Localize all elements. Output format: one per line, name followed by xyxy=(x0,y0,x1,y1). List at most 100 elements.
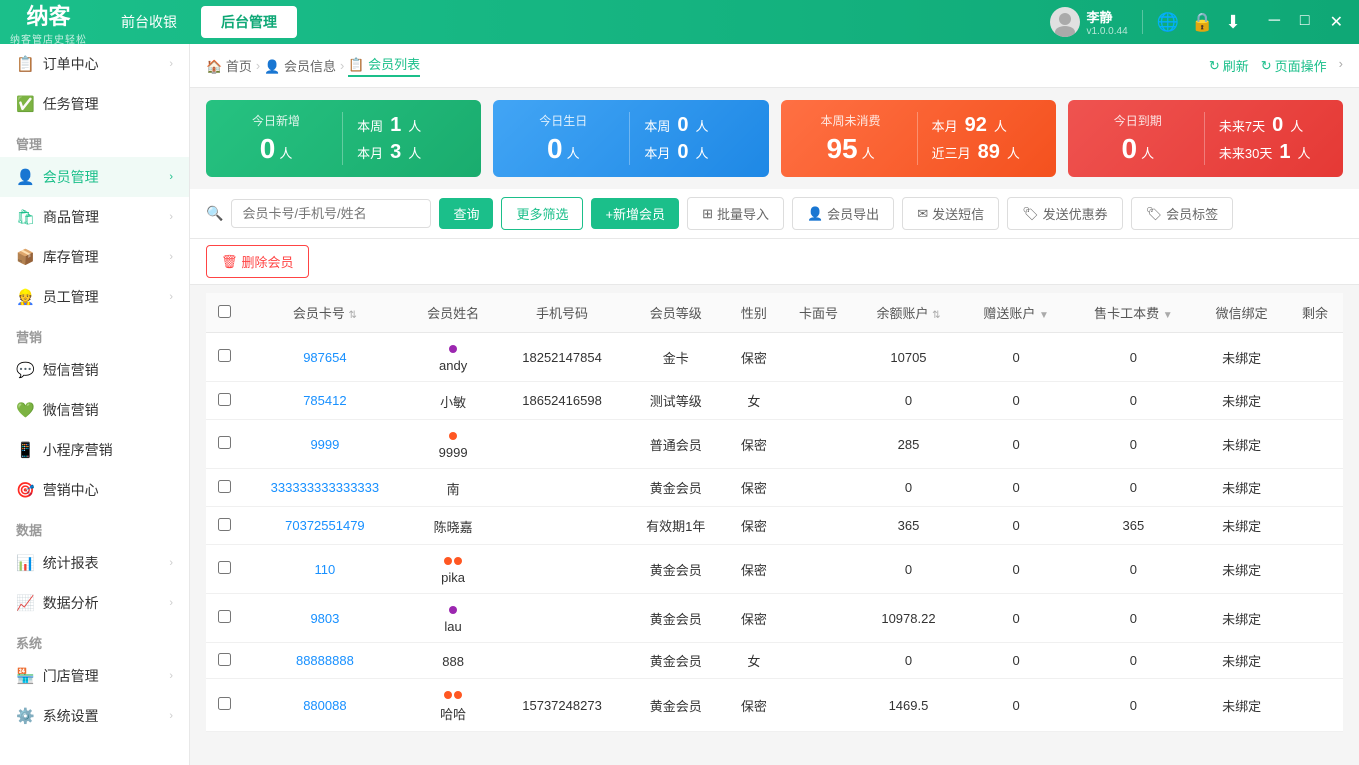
cell-remaining xyxy=(1287,507,1343,545)
gift-filter-icon[interactable]: ▼ xyxy=(1039,310,1049,321)
tab-backend[interactable]: 后台管理 xyxy=(201,6,297,38)
sms-button[interactable]: ✉ 发送短信 xyxy=(902,197,999,230)
cell-name: 888 xyxy=(408,643,499,679)
row-checkbox[interactable] xyxy=(218,393,231,406)
filter-button[interactable]: 更多筛选 xyxy=(501,197,583,230)
balance-sort-icon[interactable]: ⇅ xyxy=(932,310,940,321)
member-link[interactable]: 9803 xyxy=(310,611,339,626)
sidebar-item-settings[interactable]: ⚙️ 系统设置 › xyxy=(0,696,189,736)
sidebar-item-staff[interactable]: 👷 员工管理 › xyxy=(0,277,189,317)
no-consume-week-value: 95 xyxy=(826,133,857,165)
breadcrumb-home[interactable]: 🏠 首页 xyxy=(206,56,252,75)
batch-import-button[interactable]: ⊞ 批量导入 xyxy=(687,197,784,230)
member-name: 888 xyxy=(442,654,464,669)
expire-7days-label: 未来7天 xyxy=(1219,116,1265,135)
sidebar-item-analytics[interactable]: 📈 数据分析 › xyxy=(0,583,189,623)
sidebar-item-products[interactable]: 🛍 商品管理 › xyxy=(0,197,189,237)
row-checkbox[interactable] xyxy=(218,480,231,493)
cell-face-no xyxy=(782,643,855,679)
no-consume-3month-label: 近三月 xyxy=(932,143,971,162)
cell-gender: 保密 xyxy=(726,594,782,643)
sidebar-label-miniapp: 小程序营销 xyxy=(43,440,113,460)
search-input[interactable] xyxy=(231,199,431,228)
coupon-button[interactable]: 🏷 发送优惠券 xyxy=(1007,197,1123,230)
delete-member-button[interactable]: 🗑 删除会员 xyxy=(206,245,309,278)
member-link[interactable]: 785412 xyxy=(303,393,346,408)
sidebar-item-miniapp[interactable]: 📱 小程序营销 xyxy=(0,430,189,470)
select-all-checkbox[interactable] xyxy=(218,305,231,318)
cell-gender: 女 xyxy=(726,382,782,420)
close-button[interactable]: ✕ xyxy=(1324,10,1349,34)
sidebar-item-members[interactable]: 👤 会员管理 › xyxy=(0,157,189,197)
search-button[interactable]: 查询 xyxy=(439,198,493,229)
member-link[interactable]: 9999 xyxy=(310,437,339,452)
cell-checkbox[interactable] xyxy=(206,545,242,594)
cell-phone xyxy=(498,469,625,507)
birthday-today-unit: 人 xyxy=(567,143,580,162)
birthday-month-unit: 人 xyxy=(696,143,709,162)
cell-checkbox[interactable] xyxy=(206,507,242,545)
breadcrumb-expand-icon[interactable]: › xyxy=(1339,56,1343,75)
cell-level: 有效期1年 xyxy=(626,507,726,545)
row-checkbox[interactable] xyxy=(218,349,231,362)
sidebar-item-reports[interactable]: 📊 统计报表 › xyxy=(0,543,189,583)
member-link[interactable]: 110 xyxy=(315,562,336,577)
minimize-button[interactable]: ─ xyxy=(1263,10,1286,34)
cell-checkbox[interactable] xyxy=(206,469,242,507)
cell-name: pika xyxy=(408,545,499,594)
breadcrumb-member-info[interactable]: 👤 会员信息 xyxy=(264,56,336,75)
member-link[interactable]: 88888888 xyxy=(296,653,354,668)
page-actions-button[interactable]: ↻ 页面操作 xyxy=(1261,56,1327,75)
header-checkbox[interactable] xyxy=(206,293,242,333)
download-icon[interactable]: ⬇ xyxy=(1225,12,1240,33)
sidebar-item-marketing-center[interactable]: 🎯 营销中心 xyxy=(0,470,189,510)
sidebar-item-tasks[interactable]: ✅ 任务管理 xyxy=(0,84,189,124)
birthday-month-label: 本月 xyxy=(644,143,670,162)
tag-button[interactable]: 🏷 会员标签 xyxy=(1131,197,1234,230)
member-name: 小敏 xyxy=(440,392,466,411)
cell-checkbox[interactable] xyxy=(206,679,242,732)
cell-checkbox[interactable] xyxy=(206,382,242,420)
cell-checkbox[interactable] xyxy=(206,643,242,679)
header-wechat: 微信绑定 xyxy=(1196,293,1287,333)
card-sort-icon[interactable]: ⇅ xyxy=(349,310,357,321)
cost-filter-icon[interactable]: ▼ xyxy=(1163,310,1173,321)
row-checkbox[interactable] xyxy=(218,561,231,574)
row-checkbox[interactable] xyxy=(218,697,231,710)
cell-face-no xyxy=(782,469,855,507)
row-checkbox[interactable] xyxy=(218,610,231,623)
maximize-button[interactable]: □ xyxy=(1294,10,1316,34)
sidebar-item-wechat[interactable]: 💚 微信营销 xyxy=(0,390,189,430)
user-info: 李静 v1.0.0.44 xyxy=(1050,7,1127,37)
cell-gender: 保密 xyxy=(726,469,782,507)
tab-frontend[interactable]: 前台收银 xyxy=(101,6,197,38)
member-link[interactable]: 987654 xyxy=(303,350,346,365)
sidebar-item-store[interactable]: 🏪 门店管理 › xyxy=(0,656,189,696)
member-link[interactable]: 70372551479 xyxy=(285,518,365,533)
row-checkbox[interactable] xyxy=(218,436,231,449)
header-face-no: 卡面号 xyxy=(782,293,855,333)
cell-checkbox[interactable] xyxy=(206,333,242,382)
sidebar-item-orders[interactable]: 📋 订单中心 › xyxy=(0,44,189,84)
lock-icon[interactable]: 🔒 xyxy=(1191,12,1213,33)
dot-orange-1 xyxy=(444,691,452,699)
globe-icon[interactable]: 🌐 xyxy=(1157,12,1179,33)
row-checkbox[interactable] xyxy=(218,653,231,666)
cell-checkbox[interactable] xyxy=(206,594,242,643)
breadcrumb-member-list[interactable]: 📋 会员列表 xyxy=(348,54,420,77)
refresh-button[interactable]: ↻ 刷新 xyxy=(1209,56,1249,75)
birthday-week-label: 本周 xyxy=(644,116,670,135)
cell-checkbox[interactable] xyxy=(206,420,242,469)
sidebar-item-sms[interactable]: 💬 短信营销 xyxy=(0,350,189,390)
members-icon: 👤 xyxy=(16,168,35,186)
member-link[interactable]: 880088 xyxy=(303,698,346,713)
cell-level: 黄金会员 xyxy=(626,545,726,594)
member-link[interactable]: 333333333333333 xyxy=(271,480,379,495)
cell-level: 黄金会员 xyxy=(626,469,726,507)
add-member-button[interactable]: +新增会员 xyxy=(591,198,679,229)
sidebar-item-inventory[interactable]: 📦 库存管理 › xyxy=(0,237,189,277)
row-checkbox[interactable] xyxy=(218,518,231,531)
cell-face-no xyxy=(782,679,855,732)
export-button[interactable]: 👤 会员导出 xyxy=(792,197,894,230)
cell-face-no xyxy=(782,382,855,420)
